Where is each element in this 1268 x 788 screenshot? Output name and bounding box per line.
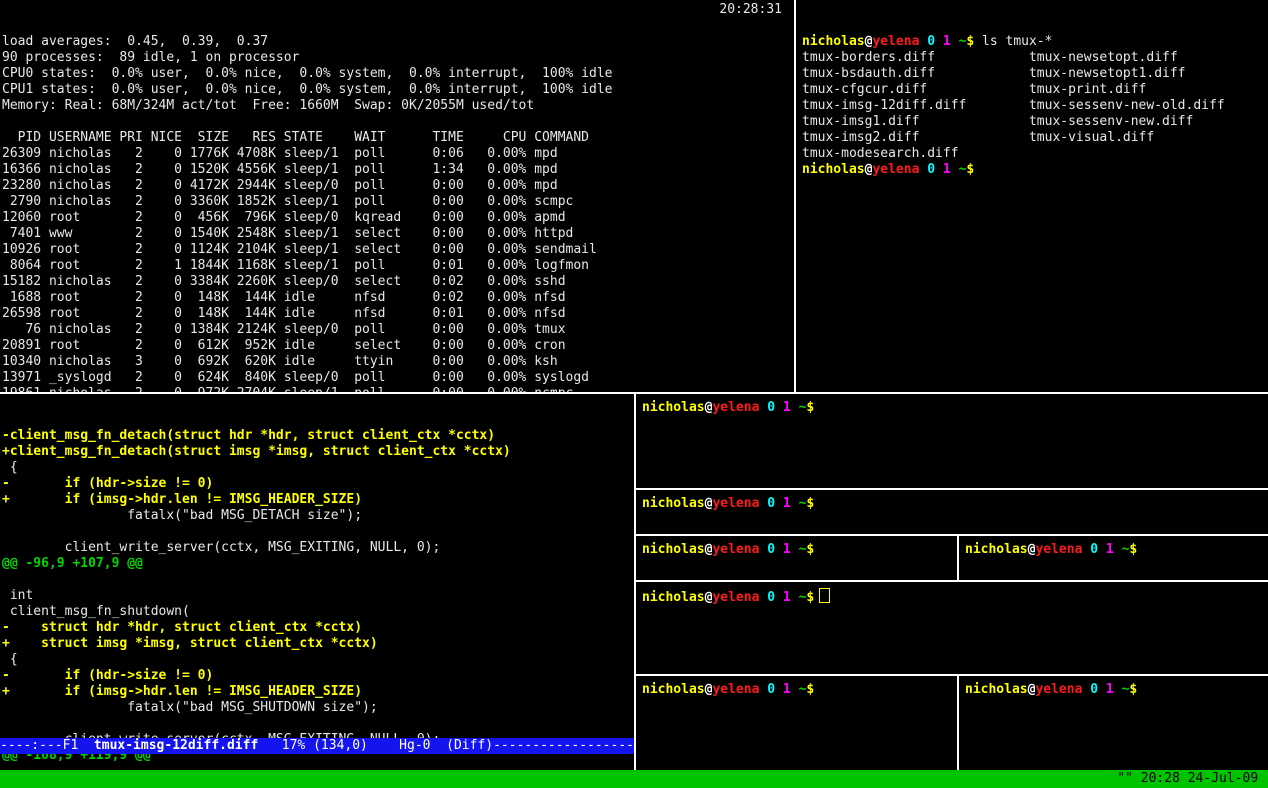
shell-prompt: nicholas@yelena 0 1 ~$ bbox=[959, 536, 1268, 558]
diff-line: + if (imsg->hdr.len != IMSG_HEADER_SIZE) bbox=[2, 492, 634, 508]
shell-prompt: nicholas@yelena 0 1 ~$ bbox=[959, 676, 1268, 698]
file-list-line: tmux-borders.diff tmux-newsetopt.diff bbox=[802, 50, 1268, 66]
blank-line bbox=[2, 114, 794, 130]
shell-prompt: nicholas@yelena 0 1 ~$ bbox=[636, 582, 1268, 604]
file-list-line: tmux-imsg2.diff tmux-visual.diff bbox=[802, 130, 1268, 146]
modeline-fill: ------------------ bbox=[493, 738, 634, 753]
clock: 20:28:31 bbox=[719, 2, 782, 18]
process-row: 13971 _syslogd 2 0 624K 840K sleep/0 pol… bbox=[2, 370, 794, 386]
diff-line: int bbox=[2, 588, 634, 604]
process-row: 76 nicholas 2 0 1384K 2124K sleep/0 poll… bbox=[2, 322, 794, 338]
process-row: 15182 nicholas 2 0 3384K 2260K sleep/0 s… bbox=[2, 274, 794, 290]
modeline-filename: tmux-imsg-12diff.diff bbox=[94, 738, 258, 753]
process-row: 26598 root 2 0 148K 144K idle nfsd 0:01 … bbox=[2, 306, 794, 322]
diff-output: -client_msg_fn_detach(struct hdr *hdr, s… bbox=[0, 426, 634, 764]
tmux-screen: load averages: 0.45, 0.39, 0.3790 proces… bbox=[0, 0, 1268, 788]
shell-pane-5-active[interactable]: nicholas@yelena 0 1 ~$ bbox=[636, 582, 1268, 674]
shell-pane-2[interactable]: nicholas@yelena 0 1 ~$ bbox=[636, 490, 1268, 534]
shell-pane-1[interactable]: nicholas@yelena 0 1 ~$ bbox=[636, 394, 1268, 488]
file-list-line: tmux-bsdauth.diff tmux-newsetopt1.diff bbox=[802, 66, 1268, 82]
modeline-prefix: ----:---F1 bbox=[0, 738, 94, 753]
process-row: 10926 root 2 0 1124K 2104K sleep/1 selec… bbox=[2, 242, 794, 258]
diff-line: fatalx("bad MSG_SHUTDOWN size"); bbox=[2, 700, 634, 716]
emacs-diff-pane[interactable]: -client_msg_fn_detach(struct hdr *hdr, s… bbox=[0, 394, 634, 770]
file-list-line: tmux-cfgcur.diff tmux-print.diff bbox=[802, 82, 1268, 98]
top-summary-line: load averages: 0.45, 0.39, 0.37 bbox=[2, 34, 794, 50]
process-table-header: PID USERNAME PRI NICE SIZE RES STATE WAI… bbox=[2, 130, 794, 146]
shell-prompt: nicholas@yelena 0 1 ~$ bbox=[636, 676, 957, 698]
top-summary-line: Memory: Real: 68M/324M act/tot Free: 166… bbox=[2, 98, 794, 114]
diff-line: fatalx("bad MSG_DETACH size"); bbox=[2, 508, 634, 524]
file-list-line: tmux-modesearch.diff bbox=[802, 146, 1268, 162]
process-row: 2790 nicholas 2 0 3360K 1852K sleep/1 po… bbox=[2, 194, 794, 210]
file-list-line: tmux-imsg1.diff tmux-sessenv-new.diff bbox=[802, 114, 1268, 130]
shell-prompt: nicholas@yelena 0 1 ~$ bbox=[636, 536, 957, 558]
shell-pane-area: nicholas@yelena 0 1 ~$ nicholas@yelena 0… bbox=[636, 394, 1268, 770]
status-clock-date: "" 20:28 24-Jul-09 bbox=[1117, 770, 1266, 788]
process-row: 12060 root 2 0 456K 796K sleep/0 kqread … bbox=[2, 210, 794, 226]
process-row: 1688 root 2 0 148K 144K idle nfsd 0:02 0… bbox=[2, 290, 794, 306]
shell-prompt: nicholas@yelena 0 1 ~$ bbox=[802, 162, 1268, 178]
top-summary-line: 90 processes: 89 idle, 1 on processor bbox=[2, 50, 794, 66]
shell-prompt: nicholas@yelena 0 1 ~$ bbox=[636, 394, 1268, 416]
diff-line: +client_msg_fn_detach(struct imsg *imsg,… bbox=[2, 444, 634, 460]
shell-pane-7[interactable]: nicholas@yelena 0 1 ~$ bbox=[959, 676, 1268, 770]
ls-shell-pane[interactable]: nicholas@yelena 0 1 ~$ ls tmux-*tmux-bor… bbox=[796, 0, 1268, 392]
ls-output: nicholas@yelena 0 1 ~$ ls tmux-*tmux-bor… bbox=[796, 32, 1268, 178]
file-list-line: tmux-imsg-12diff.diff tmux-sessenv-new-o… bbox=[802, 98, 1268, 114]
diff-line bbox=[2, 716, 634, 732]
modeline-info: 17% (134,0) Hg-0 (Diff) bbox=[258, 738, 493, 753]
diff-line: -client_msg_fn_detach(struct hdr *hdr, s… bbox=[2, 428, 634, 444]
shell-pane-6[interactable]: nicholas@yelena 0 1 ~$ bbox=[636, 676, 957, 770]
diff-line: - if (hdr->size != 0) bbox=[2, 668, 634, 684]
diff-line: - if (hdr->size != 0) bbox=[2, 476, 634, 492]
process-row: 23280 nicholas 2 0 4172K 2944K sleep/0 p… bbox=[2, 178, 794, 194]
top-process-monitor-pane[interactable]: load averages: 0.45, 0.39, 0.3790 proces… bbox=[0, 0, 794, 392]
process-row: 16366 nicholas 2 0 1520K 4556K sleep/1 p… bbox=[2, 162, 794, 178]
top-output: load averages: 0.45, 0.39, 0.3790 proces… bbox=[0, 32, 794, 392]
tmux-status-bar: [0] 0:irssi# 1:todo 2:ncmpc- 3:mutt 4:ss… bbox=[0, 770, 1268, 788]
diff-line: { bbox=[2, 460, 634, 476]
shell-prompt: nicholas@yelena 0 1 ~$ bbox=[636, 490, 1268, 512]
top-summary-line: CPU0 states: 0.0% user, 0.0% nice, 0.0% … bbox=[2, 66, 794, 82]
diff-line: @@ -96,9 +107,9 @@ bbox=[2, 556, 634, 572]
process-row: 8064 root 2 1 1844K 1168K sleep/1 poll 0… bbox=[2, 258, 794, 274]
diff-line: client_write_server(cctx, MSG_EXITING, N… bbox=[2, 540, 634, 556]
diff-line: - struct hdr *hdr, struct client_ctx *cc… bbox=[2, 620, 634, 636]
top-summary-line: CPU1 states: 0.0% user, 0.0% nice, 0.0% … bbox=[2, 82, 794, 98]
diff-line bbox=[2, 572, 634, 588]
terminal-cursor bbox=[819, 588, 830, 603]
diff-line: + if (imsg->hdr.len != IMSG_HEADER_SIZE) bbox=[2, 684, 634, 700]
emacs-modeline: ----:---F1 tmux-imsg-12diff.diff 17% (13… bbox=[0, 738, 634, 754]
diff-line: + struct imsg *imsg, struct client_ctx *… bbox=[2, 636, 634, 652]
process-row: 7401 www 2 0 1540K 2548K sleep/1 select … bbox=[2, 226, 794, 242]
diff-line bbox=[2, 524, 634, 540]
process-row: 10340 nicholas 3 0 692K 620K idle ttyin … bbox=[2, 354, 794, 370]
shell-prompt-with-command: nicholas@yelena 0 1 ~$ ls tmux-* bbox=[802, 34, 1268, 50]
shell-pane-3[interactable]: nicholas@yelena 0 1 ~$ bbox=[636, 536, 957, 580]
process-row: 26309 nicholas 2 0 1776K 4708K sleep/1 p… bbox=[2, 146, 794, 162]
diff-line: { bbox=[2, 652, 634, 668]
diff-line: client_msg_fn_shutdown( bbox=[2, 604, 634, 620]
shell-pane-4[interactable]: nicholas@yelena 0 1 ~$ bbox=[959, 536, 1268, 580]
process-row: 20891 root 2 0 612K 952K idle select 0:0… bbox=[2, 338, 794, 354]
